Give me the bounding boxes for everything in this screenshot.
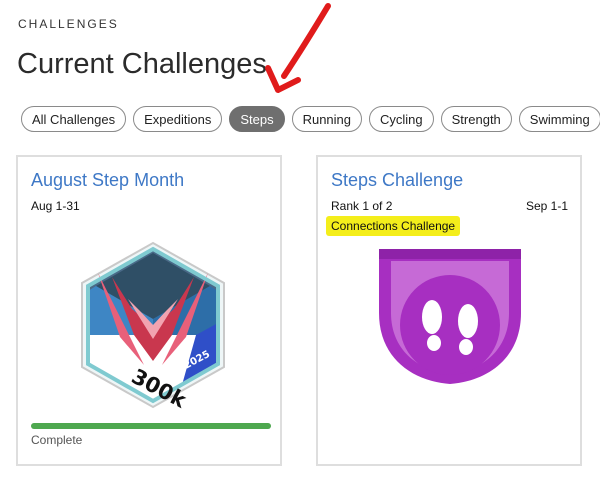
card-title[interactable]: Steps Challenge bbox=[331, 170, 463, 191]
status-text: Complete bbox=[31, 433, 83, 447]
filter-running[interactable]: Running bbox=[291, 106, 363, 132]
card-title[interactable]: August Step Month bbox=[31, 170, 184, 191]
challenges-eyebrow: CHALLENGES bbox=[18, 17, 119, 31]
card-dates: Sep 1-1 bbox=[525, 199, 568, 213]
challenge-card-steps-challenge[interactable]: Steps Challenge Rank 1 of 2 Sep 1-1 Conn… bbox=[316, 155, 582, 466]
filter-expeditions[interactable]: Expeditions bbox=[133, 106, 223, 132]
challenge-card-august-step-month[interactable]: August Step Month Aug 1-31 300k 2025 Com… bbox=[16, 155, 282, 466]
page-title: Current Challenges bbox=[17, 48, 267, 80]
progress-bar bbox=[31, 423, 271, 429]
progress-fill bbox=[31, 423, 271, 429]
connections-challenge-highlight: Connections Challenge bbox=[326, 216, 461, 236]
filter-cycling[interactable]: Cycling bbox=[369, 106, 434, 132]
300k-steps-hexagon-badge-icon: 300k 2025 bbox=[81, 241, 225, 411]
filter-all-challenges[interactable]: All Challenges bbox=[21, 106, 127, 132]
filter-swimming[interactable]: Swimming bbox=[518, 106, 600, 132]
filter-pills: All Challenges Expeditions Steps Running… bbox=[21, 106, 600, 132]
rank-text: Rank 1 of 2 bbox=[331, 199, 393, 213]
filter-steps[interactable]: Steps bbox=[229, 106, 285, 132]
card-dates: Aug 1-31 bbox=[31, 199, 80, 213]
filter-strength[interactable]: Strength bbox=[440, 106, 512, 132]
red-arrow-annotation-icon bbox=[265, 3, 331, 93]
footprints-shield-badge-icon bbox=[379, 249, 521, 384]
